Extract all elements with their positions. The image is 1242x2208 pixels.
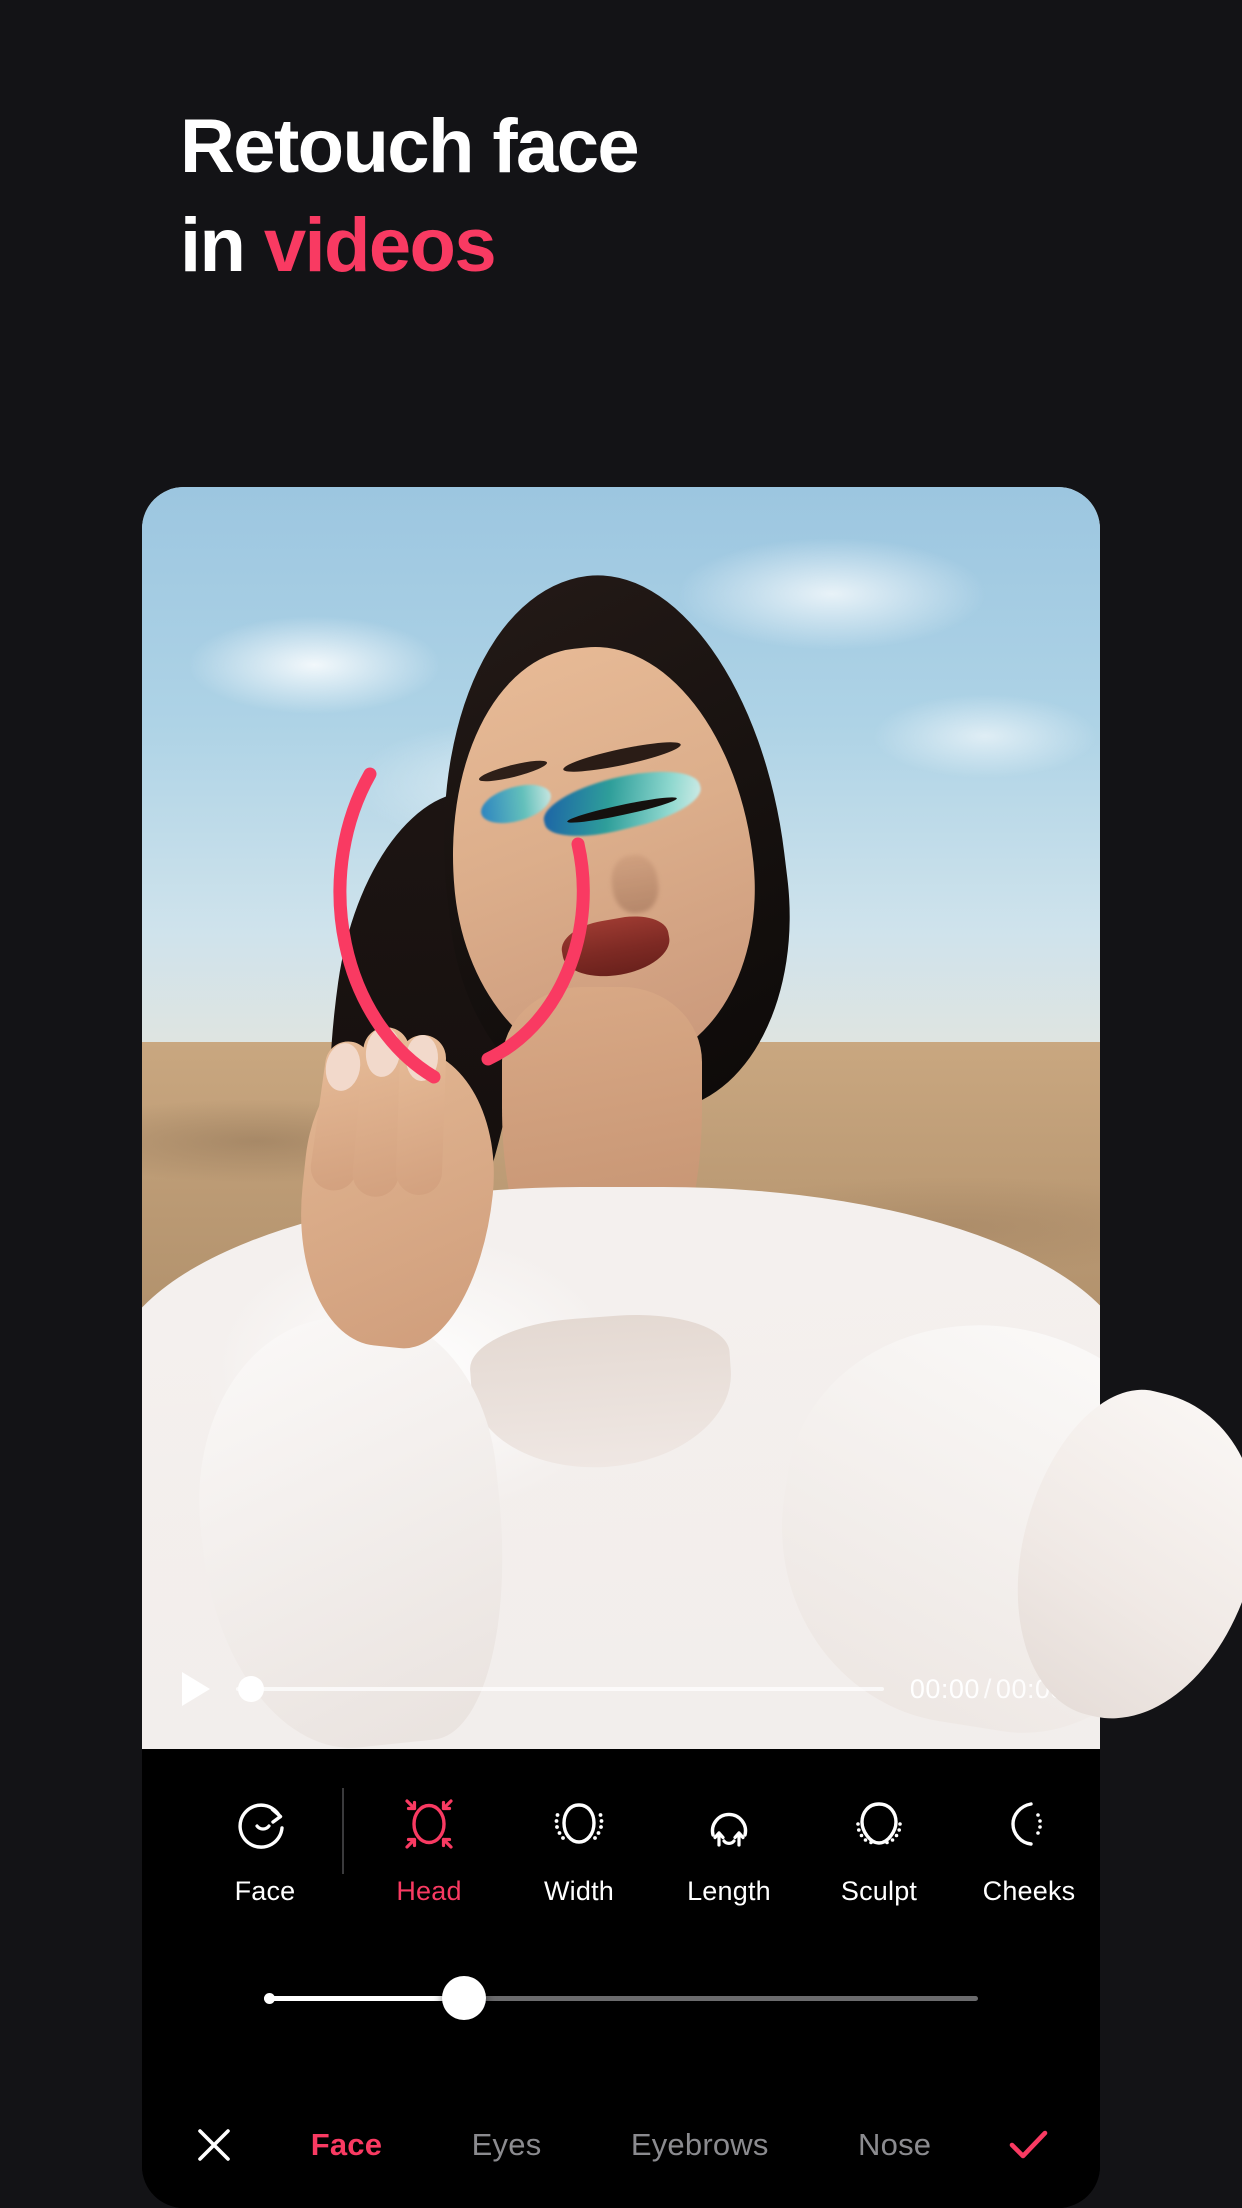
headline-line-2-plain: in	[180, 202, 264, 288]
tool-cheeks[interactable]: Cheeks	[954, 1792, 1100, 1907]
tool-length[interactable]: Length	[654, 1792, 804, 1907]
seek-thumb[interactable]	[238, 1676, 264, 1702]
face-width-icon	[550, 1792, 608, 1856]
face-length-icon	[700, 1792, 758, 1856]
tool-length-label: Length	[687, 1875, 771, 1906]
tool-face[interactable]: Face	[190, 1792, 340, 1907]
tab-nose[interactable]: Nose	[858, 2127, 931, 2163]
tab-eyebrows[interactable]: Eyebrows	[631, 2127, 769, 2163]
check-icon[interactable]	[1000, 2117, 1056, 2173]
tool-head-label: Head	[396, 1875, 462, 1906]
tab-eyes[interactable]: Eyes	[472, 2127, 542, 2163]
play-icon[interactable]	[182, 1672, 210, 1706]
feature-tab-bar: Face Eyes Eyebrows Nose	[142, 2082, 1100, 2208]
tool-cheeks-label: Cheeks	[982, 1875, 1076, 1906]
card-clip: 00:00/00:08 Face Head Width Length Sculp…	[142, 487, 1100, 2208]
feature-tabs[interactable]: Face Eyes Eyebrows Nose	[242, 2127, 1000, 2163]
face-sculpt-icon	[850, 1792, 908, 1856]
face-tool-strip[interactable]: Face Head Width Length Sculpt Cheeks	[142, 1749, 1100, 1949]
close-icon[interactable]	[186, 2117, 242, 2173]
page-title: Retouch face in videos	[180, 98, 1080, 296]
tool-head[interactable]: Head	[354, 1792, 504, 1907]
face-reset-icon	[236, 1792, 294, 1856]
retouch-editor-panel: Face Head Width Length Sculpt Cheeks Fac…	[142, 1749, 1100, 2208]
seek-bar[interactable]	[236, 1676, 884, 1702]
slider-thumb[interactable]	[441, 1976, 486, 2020]
video-player-controls: 00:00/00:08	[142, 1629, 1100, 1749]
tool-sculpt[interactable]: Sculpt	[804, 1792, 954, 1907]
slider-start-dot	[264, 1992, 275, 2004]
tool-width-label: Width	[543, 1875, 615, 1906]
head-resize-icon	[400, 1792, 458, 1856]
cheeks-icon	[1000, 1792, 1058, 1856]
headline-line-1: Retouch face	[180, 104, 640, 189]
app-promo-screen: Retouch face in videos 00:00 / 00:08 Fac…	[0, 0, 1242, 2208]
headline-line-2-accent: videos	[263, 202, 497, 288]
tool-width[interactable]: Width	[504, 1792, 654, 1907]
time-separator: /	[983, 1673, 992, 1704]
tool-divider	[342, 1788, 344, 1874]
tool-face-label: Face	[234, 1875, 296, 1906]
seek-track[interactable]	[236, 1687, 884, 1691]
slider-fill	[264, 1995, 464, 2001]
phone-preview-card: 00:00/00:08 Face Head Width Length Sculp…	[142, 487, 1242, 2208]
intensity-slider[interactable]	[264, 1975, 978, 2021]
tab-face[interactable]: Face	[311, 2127, 382, 2163]
tool-sculpt-label: Sculpt	[840, 1875, 918, 1906]
current-time: 00:00	[909, 1673, 980, 1704]
video-preview[interactable]: 00:00/00:08	[142, 487, 1100, 1749]
